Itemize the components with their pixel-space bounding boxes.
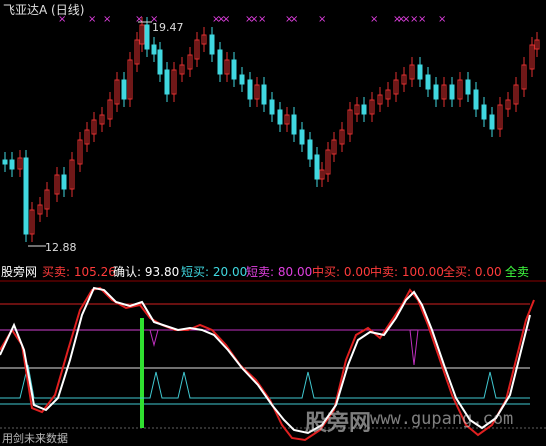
watermark-text: 股旁网 (305, 411, 372, 436)
footer-text: 用剑未来数据 (2, 432, 68, 445)
green-signal-bar (140, 318, 144, 428)
watermark-url: www.gupang.com (370, 409, 514, 429)
short-sell-series (144, 329, 530, 366)
indicator-chart[interactable] (0, 0, 546, 446)
